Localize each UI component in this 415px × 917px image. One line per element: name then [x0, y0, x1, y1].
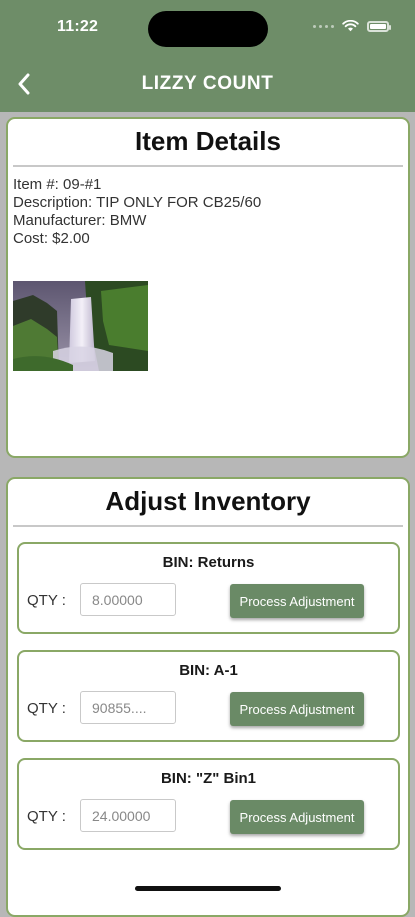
- waterfall-photo: [13, 281, 148, 371]
- signal-icon: [313, 24, 334, 28]
- qty-input[interactable]: [80, 799, 176, 832]
- status-icons: [313, 20, 391, 32]
- bin-card: BIN: A-1 QTY : Process Adjustment: [17, 650, 400, 742]
- item-details-title: Item Details: [135, 126, 281, 156]
- process-adjustment-button[interactable]: Process Adjustment: [230, 800, 364, 834]
- item-description: Description: TIP ONLY FOR CB25/60: [13, 194, 262, 211]
- battery-icon: [367, 20, 391, 32]
- battery-level: [370, 23, 386, 29]
- item-cost: Cost: $2.00: [13, 230, 90, 247]
- qty-input[interactable]: [80, 691, 176, 724]
- adjust-inventory-title: Adjust Inventory: [105, 486, 311, 516]
- adjust-inventory-card: Adjust Inventory BIN: Returns QTY : Proc…: [6, 477, 410, 917]
- bin-card: BIN: Returns QTY : Process Adjustment: [17, 542, 400, 634]
- home-indicator[interactable]: [135, 886, 281, 891]
- process-adjustment-button[interactable]: Process Adjustment: [230, 692, 364, 726]
- bin-label: BIN: Returns: [162, 554, 255, 571]
- qty-label: QTY :: [27, 700, 66, 717]
- process-adjustment-button[interactable]: Process Adjustment: [230, 584, 364, 618]
- item-number: Item #: 09-#1: [13, 176, 102, 193]
- item-manufacturer: Manufacturer: BMW: [13, 212, 147, 229]
- status-time: 11:22: [57, 18, 99, 35]
- bin-label: BIN: "Z" Bin1: [160, 770, 257, 787]
- page-title: LIZZY COUNT: [141, 73, 274, 94]
- wifi-icon: [342, 20, 359, 32]
- qty-label: QTY :: [27, 592, 66, 609]
- dynamic-island: [148, 11, 268, 47]
- bin-label: BIN: A-1: [179, 662, 238, 679]
- divider: [13, 525, 403, 527]
- app-header: 11:22 LIZZY COUNT: [0, 0, 415, 112]
- item-details-card: Item Details Item #: 09-#1 Description: …: [6, 117, 410, 458]
- qty-label: QTY :: [27, 808, 66, 825]
- item-details-text: Item #: 09-#1 Description: TIP ONLY FOR …: [8, 167, 408, 248]
- bin-card: BIN: "Z" Bin1 QTY : Process Adjustment: [17, 758, 400, 850]
- item-photo[interactable]: [13, 281, 148, 371]
- qty-input[interactable]: [80, 583, 176, 616]
